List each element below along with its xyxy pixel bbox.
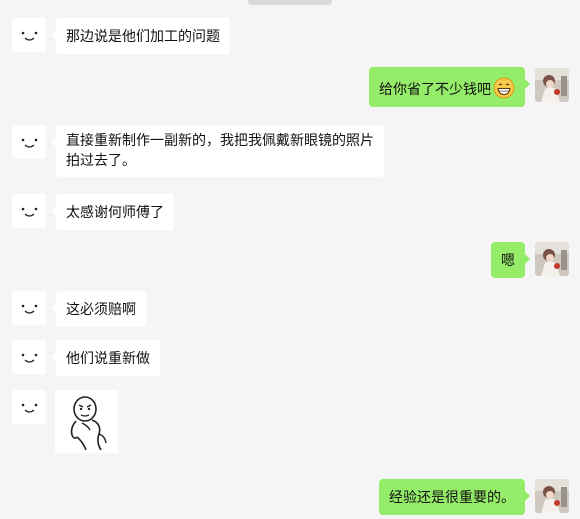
photo-avatar-icon (535, 68, 569, 102)
message-text: 那边说是他们加工的问题 (66, 28, 220, 44)
message-text: 太感谢何师傅了 (66, 204, 164, 220)
message-row: 直接重新制作一副新的，我把我佩戴新眼镜的照片拍过去了。 (0, 125, 580, 177)
message-row (0, 390, 580, 454)
message-row: 经验还是很重要的。 (0, 479, 580, 515)
smiley-face-avatar-icon (21, 403, 38, 413)
contact-avatar[interactable] (12, 340, 46, 374)
message-text: 嗯 (501, 252, 515, 268)
cartoon-bald-man-sticker-icon (70, 396, 107, 451)
message-bubble[interactable]: 太感谢何师傅了 (51, 194, 174, 230)
message-row: 那边说是他们加工的问题 (0, 18, 580, 54)
message-row: 给你省了不少钱吧 (0, 67, 580, 107)
grinning-face-emoji-icon (493, 77, 515, 104)
message-bubble[interactable]: 他们说重新做 (51, 340, 160, 376)
message-bubble[interactable]: 直接重新制作一副新的，我把我佩戴新眼镜的照片拍过去了。 (51, 125, 384, 177)
contact-avatar[interactable] (12, 291, 46, 325)
message-text: 直接重新制作一副新的，我把我佩戴新眼镜的照片拍过去了。 (66, 132, 374, 168)
smiley-face-avatar-icon (21, 138, 38, 148)
scroll-indicator (248, 0, 332, 5)
message-text: 给你省了不少钱吧 (379, 81, 491, 98)
message-text: 他们说重新做 (66, 350, 150, 366)
message-bubble[interactable]: 经验还是很重要的。 (379, 479, 530, 515)
smiley-face-avatar-icon (21, 353, 38, 363)
contact-avatar[interactable] (12, 125, 46, 159)
self-avatar[interactable] (535, 68, 569, 102)
message-text: 这必须赔啊 (66, 301, 136, 317)
message-text: 经验还是很重要的。 (389, 489, 515, 505)
self-avatar[interactable] (535, 242, 569, 276)
contact-avatar[interactable] (12, 390, 46, 424)
message-bubble[interactable]: 那边说是他们加工的问题 (51, 18, 230, 54)
message-bubble[interactable]: 这必须赔啊 (51, 291, 146, 327)
photo-avatar-icon (535, 479, 569, 513)
contact-avatar[interactable] (12, 194, 46, 228)
message-bubble[interactable]: 给你省了不少钱吧 (369, 67, 530, 107)
cartoon-bald-man-sticker[interactable] (55, 390, 118, 453)
smiley-face-avatar-icon (21, 304, 38, 314)
message-bubble[interactable]: 嗯 (491, 242, 530, 278)
message-row: 嗯 (0, 242, 580, 278)
self-avatar[interactable] (535, 479, 569, 513)
contact-avatar[interactable] (12, 18, 46, 52)
smiley-face-avatar-icon (21, 207, 38, 217)
message-row: 太感谢何师傅了 (0, 194, 580, 230)
smiley-face-avatar-icon (21, 31, 38, 41)
message-row: 他们说重新做 (0, 340, 580, 376)
photo-avatar-icon (535, 242, 569, 276)
message-row: 这必须赔啊 (0, 291, 580, 327)
